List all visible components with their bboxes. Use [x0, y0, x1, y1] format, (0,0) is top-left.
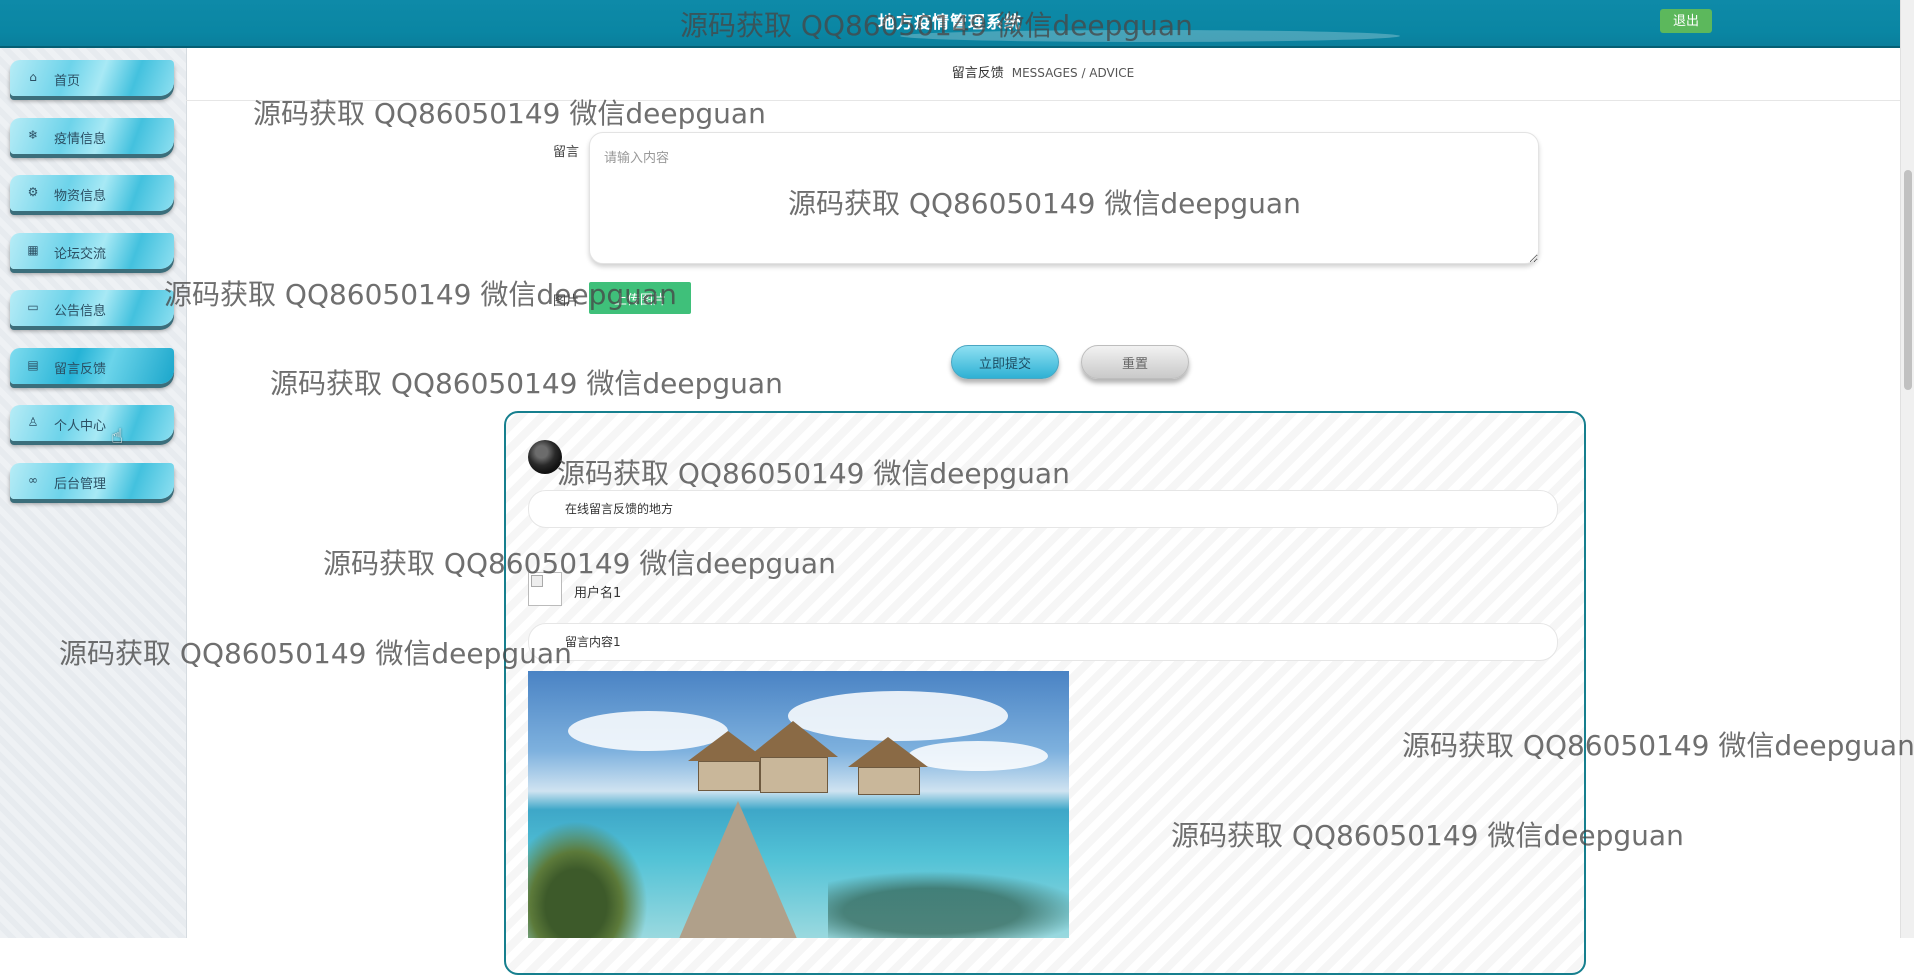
scrollbar-thumb[interactable]: [1904, 170, 1912, 390]
sidebar-item-label: 疫情信息: [54, 132, 107, 147]
image-label: 图片: [553, 294, 580, 309]
vertical-scrollbar[interactable]: [1900, 0, 1914, 938]
sidebar-item-epidemic[interactable]: ❄ 疫情信息: [10, 118, 174, 154]
sidebar: ⌂ 首页 ❄ 疫情信息 ⚙ 物资信息 ▦ 论坛交流 ▭ 公告信息 ▤ 留言反馈 …: [0, 48, 187, 938]
sidebar-item-profile[interactable]: ♙ 个人中心: [10, 405, 174, 441]
user-icon: ♙: [27, 415, 39, 429]
app-title: 地方疫情管理系统: [878, 13, 1022, 33]
sidebar-item-label: 物资信息: [54, 189, 107, 204]
message-label: 留言: [553, 145, 580, 160]
message-photo: [528, 671, 1069, 938]
sidebar-item-label: 后台管理: [54, 477, 107, 492]
avatar: [528, 440, 562, 474]
sidebar-item-label: 留言反馈: [54, 362, 107, 377]
breadcrumb-en: MESSAGES / ADVICE: [1011, 66, 1135, 80]
sidebar-item-label: 首页: [54, 74, 81, 89]
sidebar-item-forum[interactable]: ▦ 论坛交流: [10, 233, 174, 269]
hand-cursor-icon: ☝: [111, 424, 124, 448]
reset-button[interactable]: 重置: [1081, 345, 1189, 379]
logout-button[interactable]: 退出: [1660, 9, 1712, 33]
top-header-bar: 地方疫情管理系统 退出: [0, 0, 1900, 48]
chart-icon: ▦: [27, 243, 39, 257]
sidebar-item-admin[interactable]: ∞ 后台管理: [10, 463, 174, 499]
sidebar-item-supplies[interactable]: ⚙ 物资信息: [10, 175, 174, 211]
user-avatar-image: [528, 572, 562, 606]
sidebar-item-label: 公告信息: [54, 304, 107, 319]
message-textarea[interactable]: [589, 132, 1539, 264]
breadcrumb: 留言反馈 MESSAGES / ADVICE: [186, 48, 1900, 101]
sidebar-item-label: 个人中心: [54, 419, 107, 434]
breadcrumb-cn: 留言反馈: [951, 66, 1004, 81]
sidebar-item-feedback[interactable]: ▤ 留言反馈: [10, 348, 174, 384]
sidebar-item-notices[interactable]: ▭ 公告信息: [10, 290, 174, 326]
gear-icon: ⚙: [27, 185, 39, 199]
home-icon: ⌂: [29, 70, 37, 84]
submit-button[interactable]: 立即提交: [951, 345, 1059, 379]
message-username: 用户名1: [574, 586, 622, 601]
book-icon: ▭: [27, 300, 39, 314]
message-content: 留言内容1: [528, 623, 1558, 661]
intro-text: 在线留言反馈的地方: [528, 490, 1558, 528]
watermark: 源码获取 QQ86050149 微信deepguan: [270, 367, 783, 400]
calendar-icon: ▤: [27, 358, 39, 372]
snowflake-icon: ❄: [27, 128, 39, 142]
upload-image-button[interactable]: 上传图片: [589, 282, 691, 314]
sidebar-item-label: 论坛交流: [54, 247, 107, 262]
sidebar-item-home[interactable]: ⌂ 首页: [10, 60, 174, 96]
link-icon: ∞: [28, 473, 38, 487]
